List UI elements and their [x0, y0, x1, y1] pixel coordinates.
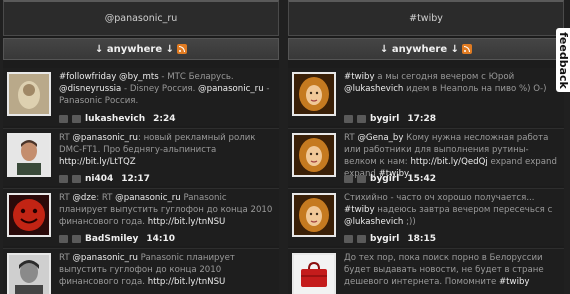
- tweet-link[interactable]: @lukashevich: [344, 217, 403, 227]
- tweet-link[interactable]: @Gena_by: [357, 133, 403, 143]
- avatar[interactable]: [292, 72, 336, 116]
- column-panasonic: @panasonic_ru ↓ anywhere ↓ #followfriday…: [3, 0, 279, 294]
- retweet-icon[interactable]: [72, 235, 81, 243]
- tweet-link[interactable]: @panasonic_ru: [72, 133, 138, 143]
- reply-icon[interactable]: [59, 235, 68, 243]
- reply-icon[interactable]: [344, 115, 353, 123]
- retweet-icon[interactable]: [72, 175, 81, 183]
- tweet-username[interactable]: bygirl: [370, 114, 399, 124]
- tweet-time[interactable]: 2:24: [153, 114, 175, 124]
- filter-bar[interactable]: ↓ anywhere ↓: [288, 38, 564, 60]
- tweet-link[interactable]: #twiby: [344, 205, 375, 215]
- tweet-link[interactable]: #twiby: [344, 72, 375, 82]
- tweet-text-span: а мы сегодня вечером с Юрой: [374, 72, 515, 82]
- tweet-meta: bygirl 18:15: [344, 234, 436, 244]
- retweet-icon[interactable]: [72, 115, 81, 123]
- tweet-text-span: : RT: [96, 193, 116, 203]
- tweet-link[interactable]: http://bit.ly/LtTQZ: [59, 157, 136, 167]
- column-twiby: #twiby ↓ anywhere ↓ #twiby а мы сегодня …: [288, 0, 564, 294]
- tweet-text: До тех пор, пока поиск порно в Белорусси…: [344, 252, 558, 288]
- tweet-text: #twiby а мы сегодня вечером с Юрой @luka…: [344, 71, 558, 95]
- tweet-text: RT @dze: RT @panasonic_ru Panasonic план…: [59, 192, 273, 228]
- avatar[interactable]: [292, 253, 336, 294]
- tweet-username[interactable]: bygirl: [370, 174, 399, 184]
- tweet-link[interactable]: @dze: [72, 193, 96, 203]
- tweet-text-span: идем в Неаполь на пиво %) О-): [403, 84, 547, 94]
- reply-icon[interactable]: [59, 175, 68, 183]
- tweet-time[interactable]: 14:10: [146, 234, 175, 244]
- retweet-icon[interactable]: [357, 235, 366, 243]
- tweet-link[interactable]: http://bit.ly/tnNSU: [148, 217, 226, 227]
- tweet-item[interactable]: #followfriday @by_mts - МТС Беларусь. @d…: [3, 68, 279, 126]
- avatar[interactable]: [7, 253, 51, 294]
- column-title: @panasonic_ru: [104, 13, 178, 24]
- avatar[interactable]: [7, 133, 51, 177]
- filter-label[interactable]: ↓ anywhere ↓: [380, 44, 459, 55]
- tweet-link[interactable]: @panasonic_ru: [72, 253, 138, 263]
- tweet-list: #followfriday @by_mts - МТС Беларусь. @d…: [3, 68, 279, 294]
- tweet-item[interactable]: #twiby а мы сегодня вечером с Юрой @luka…: [288, 68, 564, 126]
- tweet-meta: lukashevich 2:24: [59, 114, 176, 124]
- avatar[interactable]: [7, 72, 51, 116]
- tweet-text-span: RT: [59, 193, 73, 203]
- tweet-username[interactable]: BadSmiley: [85, 234, 138, 244]
- tweet-text-span: - Disney Россия.: [121, 84, 199, 94]
- tweet-username[interactable]: ni404: [85, 174, 113, 184]
- tweet-item[interactable]: Стихийно - часто оч хорошо получается...…: [288, 188, 564, 246]
- tweet-item[interactable]: До тех пор, пока поиск порно в Белорусси…: [288, 248, 564, 294]
- tweet-text-span: Стихийно - часто оч хорошо получается...: [344, 193, 535, 203]
- reply-icon[interactable]: [344, 175, 353, 183]
- tweet-text: #followfriday @by_mts - МТС Беларусь. @d…: [59, 71, 273, 107]
- tweet-link[interactable]: @panasonic_ru: [115, 193, 181, 203]
- tweet-text-span: RT: [344, 133, 358, 143]
- tweet-meta: bygirl 17:28: [344, 114, 436, 124]
- tweet-text: Стихийно - часто оч хорошо получается...…: [344, 192, 558, 228]
- avatar[interactable]: [292, 193, 336, 237]
- tweet-meta: ni404 12:17: [59, 174, 150, 184]
- rss-icon[interactable]: [461, 44, 472, 54]
- tweet-item[interactable]: RT @Gena_by Кому нужна несложная работа …: [288, 128, 564, 186]
- avatar[interactable]: [292, 133, 336, 177]
- column-title: #twiby: [409, 13, 443, 24]
- tweet-link[interactable]: #twiby: [499, 277, 530, 287]
- tweet-time[interactable]: 17:28: [407, 114, 436, 124]
- tweet-item[interactable]: RT @panasonic_ru: новый рекламный ролик …: [3, 128, 279, 186]
- feedback-label[interactable]: feedback: [557, 32, 570, 89]
- tweet-item[interactable]: RT @panasonic_ru Panasonic планирует вып…: [3, 248, 279, 294]
- reply-icon[interactable]: [59, 115, 68, 123]
- filter-bar[interactable]: ↓ anywhere ↓: [3, 38, 279, 60]
- tweet-meta: bygirl 15:42: [344, 174, 436, 184]
- column-header[interactable]: @panasonic_ru: [3, 0, 279, 36]
- tweet-text: RT @panasonic_ru Panasonic планирует вып…: [59, 252, 273, 288]
- tweet-text: RT @panasonic_ru: новый рекламный ролик …: [59, 132, 273, 168]
- tweet-text-span: ;)): [403, 217, 416, 227]
- tweet-link[interactable]: http://bit.ly/tnNSU: [148, 277, 226, 287]
- tweet-item[interactable]: RT @dze: RT @panasonic_ru Panasonic план…: [3, 188, 279, 246]
- tweet-list: #twiby а мы сегодня вечером с Юрой @luka…: [288, 68, 564, 294]
- tweet-link[interactable]: #followfriday @by_mts: [59, 72, 159, 82]
- tweet-link[interactable]: http://bit.ly/QedQj: [410, 157, 487, 167]
- feedback-tab[interactable]: feedback: [556, 28, 570, 92]
- tweet-text-span: - МТС Беларусь.: [158, 72, 234, 82]
- tweet-link[interactable]: @lukashevich: [344, 84, 403, 94]
- retweet-icon[interactable]: [357, 115, 366, 123]
- tweet-time[interactable]: 18:15: [407, 234, 436, 244]
- tweet-link[interactable]: @disneyrussia: [59, 84, 121, 94]
- retweet-icon[interactable]: [357, 175, 366, 183]
- tweet-time[interactable]: 15:42: [407, 174, 436, 184]
- column-header[interactable]: #twiby: [288, 0, 564, 36]
- avatar[interactable]: [7, 193, 51, 237]
- tweet-link[interactable]: @panasonic_ru: [198, 84, 264, 94]
- tweet-text-span: RT: [59, 133, 73, 143]
- tweet-time[interactable]: 12:17: [121, 174, 150, 184]
- tweet-text-span: RT: [59, 253, 73, 263]
- tweet-text-span: надеюсь завтра вечером пересечься с: [374, 205, 553, 215]
- tweet-meta: BadSmiley 14:10: [59, 234, 175, 244]
- tweet-username[interactable]: lukashevich: [85, 114, 145, 124]
- filter-label[interactable]: ↓ anywhere ↓: [95, 44, 174, 55]
- rss-icon[interactable]: [176, 44, 187, 54]
- tweet-username[interactable]: bygirl: [370, 234, 399, 244]
- reply-icon[interactable]: [344, 235, 353, 243]
- tweet-text: RT @Gena_by Кому нужна несложная работа …: [344, 132, 558, 180]
